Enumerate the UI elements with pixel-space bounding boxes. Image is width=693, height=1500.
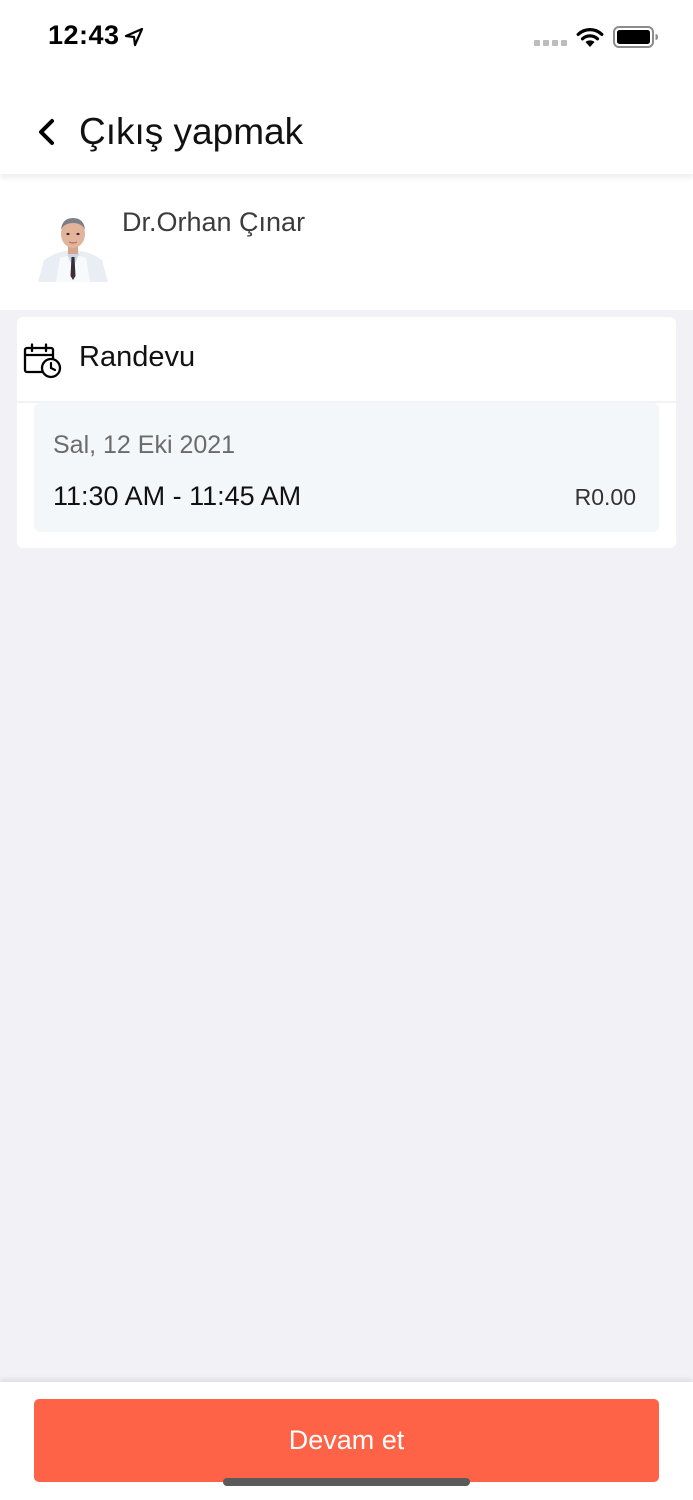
continue-button[interactable]: Devam et	[34, 1399, 659, 1482]
status-time: 12:43	[48, 20, 120, 50]
slot-price: R0.00	[574, 484, 636, 510]
calendar-clock-icon	[23, 343, 62, 379]
appointment-slot[interactable]: Sal, 12 Eki 2021 11:30 AM - 11:45 AM R0.…	[34, 403, 659, 532]
location-arrow-icon	[124, 27, 144, 47]
back-button[interactable]	[26, 108, 66, 156]
slot-time: 11:30 AM - 11:45 AM	[53, 481, 302, 511]
signal-icon	[534, 40, 567, 46]
wifi-icon	[576, 28, 604, 47]
doctor-section: Dr.Orhan Çınar	[0, 174, 693, 310]
appointment-header: Randevu	[17, 317, 676, 403]
battery-icon	[613, 26, 658, 48]
slot-date: Sal, 12 Eki 2021	[53, 431, 236, 459]
doctor-name: Dr.Orhan Çınar	[122, 207, 306, 237]
chevron-left-icon	[39, 119, 54, 145]
avatar	[36, 208, 110, 282]
status-bar: 12:43	[0, 0, 693, 78]
page-title: Çıkış yapmak	[79, 111, 304, 152]
doctor-photo-icon	[36, 208, 110, 282]
home-indicator	[223, 1478, 470, 1486]
nav-bar: Çıkış yapmak	[0, 78, 693, 174]
appointment-title: Randevu	[79, 341, 196, 373]
appointment-card: Randevu Sal, 12 Eki 2021 11:30 AM - 11:4…	[17, 317, 676, 548]
